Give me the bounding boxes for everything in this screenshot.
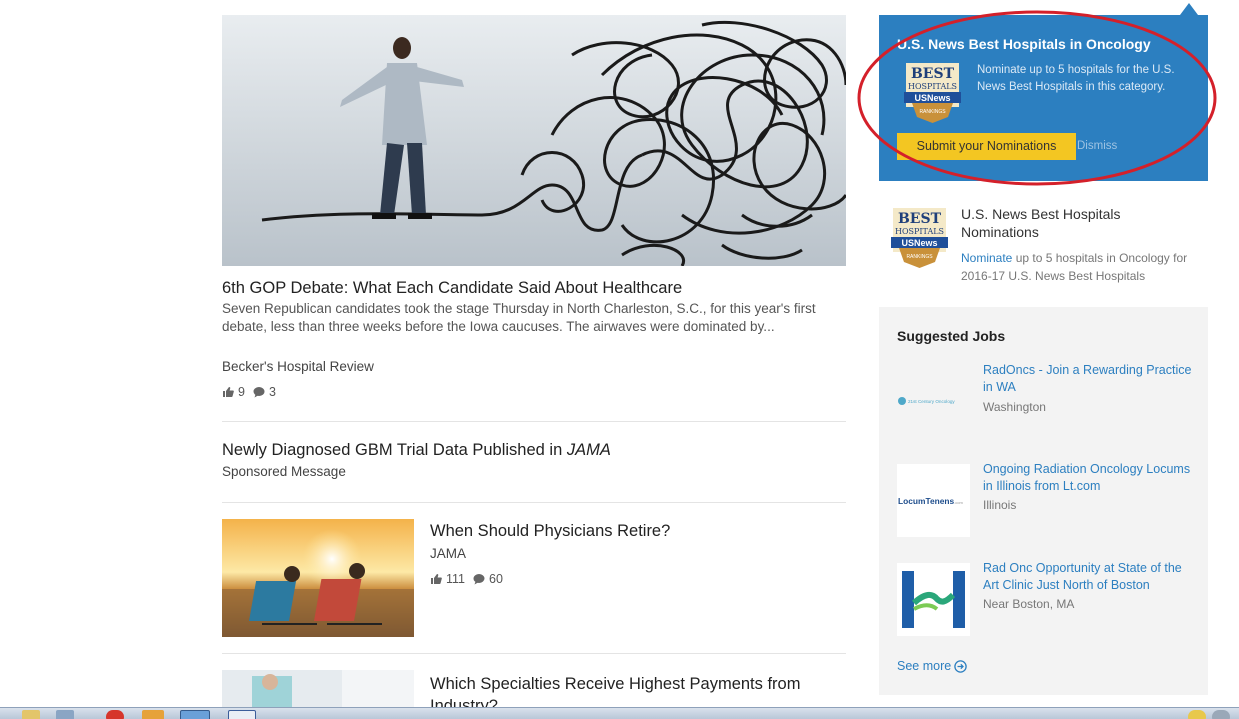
us-news-best-hospitals-badge: BEST HOSPITALS USNews RANKINGS xyxy=(904,63,961,123)
like-icon[interactable] xyxy=(222,386,234,398)
job-title-link[interactable]: RadOncs - Join a Rewarding Practice in W… xyxy=(983,362,1193,396)
job-company-logo[interactable]: 21st Century Oncology xyxy=(897,365,970,438)
see-more-link[interactable]: See more xyxy=(897,659,967,673)
job-company-logo[interactable] xyxy=(897,563,970,636)
tray-icon[interactable] xyxy=(1188,710,1206,719)
job-company-logo[interactable]: LocumTenens.com xyxy=(897,464,970,537)
dismiss-link[interactable]: Dismiss xyxy=(1077,140,1117,152)
svg-text:HOSPITALS: HOSPITALS xyxy=(908,82,957,91)
windows-taskbar xyxy=(0,707,1239,719)
article-title[interactable]: When Should Physicians Retire? xyxy=(430,522,670,541)
app-icon[interactable] xyxy=(56,710,74,719)
nominations-title: U.S. News Best Hospitals Nominations xyxy=(961,206,1121,240)
svg-text:BEST: BEST xyxy=(911,66,955,82)
article-hero-image[interactable] xyxy=(222,15,846,266)
word-icon[interactable] xyxy=(228,710,256,719)
promo-pointer xyxy=(1180,3,1198,15)
article-title[interactable]: 6th GOP Debate: What Each Candidate Said… xyxy=(222,279,682,298)
article-source[interactable]: Becker's Hospital Review xyxy=(222,359,374,374)
like-icon[interactable] xyxy=(430,573,442,585)
article-thumbnail-medical[interactable] xyxy=(222,670,414,707)
social-counts: 9 3 xyxy=(222,385,276,399)
job-location: Near Boston, MA xyxy=(983,597,1075,611)
arrow-circle-right-icon xyxy=(954,659,967,673)
sponsored-label: Sponsored Message xyxy=(222,464,346,479)
divider xyxy=(222,653,846,654)
tray-icon[interactable] xyxy=(1212,710,1230,719)
job-logo-text: LocumTenens xyxy=(898,496,954,506)
job-location: Illinois xyxy=(983,498,1017,512)
tightrope-illustration xyxy=(222,15,846,266)
comment-icon[interactable] xyxy=(473,573,485,585)
internet-explorer-icon[interactable] xyxy=(180,710,210,719)
nominate-link[interactable]: Nominate xyxy=(961,251,1012,265)
svg-text:RANKINGS: RANKINGS xyxy=(906,254,933,260)
divider xyxy=(222,421,846,422)
promo-description: Nominate up to 5 hospitals for the U.S. … xyxy=(977,64,1175,93)
sponsored-title-text: Newly Diagnosed GBM Trial Data Published… xyxy=(222,441,567,459)
comment-count: 60 xyxy=(489,572,503,586)
like-count: 111 xyxy=(446,572,466,586)
sponsored-title-journal: JAMA xyxy=(566,441,611,459)
article-source[interactable]: JAMA xyxy=(430,546,466,561)
promo-title: U.S. News Best Hospitals in Oncology xyxy=(897,36,1151,52)
chrome-icon[interactable] xyxy=(106,710,124,719)
job-title-link[interactable]: Ongoing Radiation Oncology Locums in Ill… xyxy=(983,461,1193,495)
comment-count: 3 xyxy=(268,385,276,399)
svg-text:RANKINGS: RANKINGS xyxy=(919,109,946,115)
svg-text:USNews: USNews xyxy=(914,93,950,103)
us-news-best-hospitals-badge: BEST HOSPITALS USNews RANKINGS xyxy=(891,208,948,268)
comment-icon[interactable] xyxy=(253,386,265,398)
job-location: Washington xyxy=(983,400,1046,414)
like-count: 9 xyxy=(238,385,245,399)
submit-nominations-button[interactable]: Submit your Nominations xyxy=(897,133,1076,160)
article-snippet: Seven Republican candidates took the sta… xyxy=(222,301,816,334)
job-logo-text: 21st Century Oncology xyxy=(908,399,955,404)
job-logo-suffix: .com xyxy=(954,500,963,505)
folder-icon[interactable] xyxy=(22,710,40,719)
nominations-description: Nominate up to 5 hospitals in Oncology f… xyxy=(961,249,1201,285)
sponsored-article-title[interactable]: Newly Diagnosed GBM Trial Data Published… xyxy=(222,441,611,460)
social-counts: 111 60 xyxy=(430,572,503,586)
svg-text:HOSPITALS: HOSPITALS xyxy=(895,227,944,236)
outlook-icon[interactable] xyxy=(142,710,164,719)
suggested-jobs-heading: Suggested Jobs xyxy=(897,328,1006,344)
job-title-link[interactable]: Rad Onc Opportunity at State of the Art … xyxy=(983,560,1193,594)
divider xyxy=(222,502,846,503)
article-thumbnail-beach[interactable] xyxy=(222,519,414,637)
see-more-label: See more xyxy=(897,659,952,673)
svg-text:USNews: USNews xyxy=(901,238,937,248)
svg-text:LocumTenens.com: LocumTenens.com xyxy=(898,496,963,506)
svg-text:BEST: BEST xyxy=(898,211,942,227)
